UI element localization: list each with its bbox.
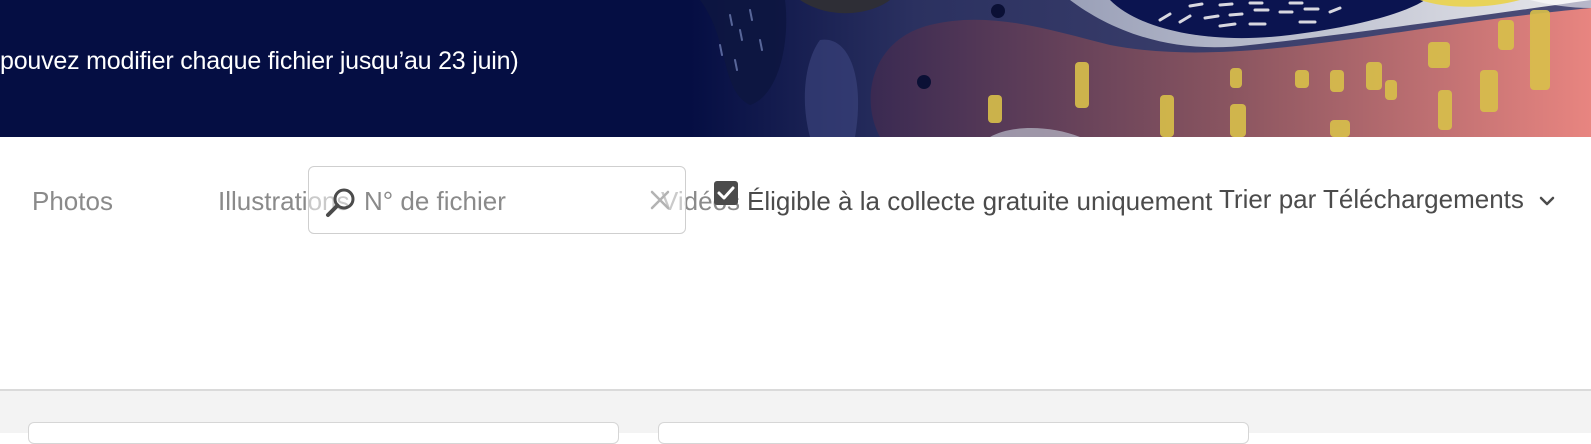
banner-message: pouvez modifier chaque fichier jusqu’au … bbox=[0, 47, 519, 75]
header-banner: pouvez modifier chaque fichier jusqu’au … bbox=[0, 0, 1591, 137]
file-number-input[interactable] bbox=[364, 179, 634, 223]
banner-illustration bbox=[690, 0, 1591, 137]
sort-label: Trier par Téléchargements bbox=[1219, 184, 1524, 214]
checkmark-icon bbox=[717, 186, 735, 200]
search-box bbox=[308, 166, 686, 234]
result-card[interactable] bbox=[658, 422, 1249, 444]
chevron-down-icon bbox=[1539, 196, 1555, 206]
tab-photos[interactable]: Photos bbox=[32, 186, 113, 217]
free-collection-checkbox[interactable] bbox=[714, 181, 738, 205]
sort-dropdown[interactable]: Trier par Téléchargements bbox=[1219, 184, 1555, 215]
free-collection-label: Éligible à la collecte gratuite uniqueme… bbox=[747, 186, 1213, 216]
search-icon bbox=[326, 188, 355, 217]
result-card[interactable] bbox=[28, 422, 619, 444]
close-icon[interactable] bbox=[649, 189, 671, 211]
